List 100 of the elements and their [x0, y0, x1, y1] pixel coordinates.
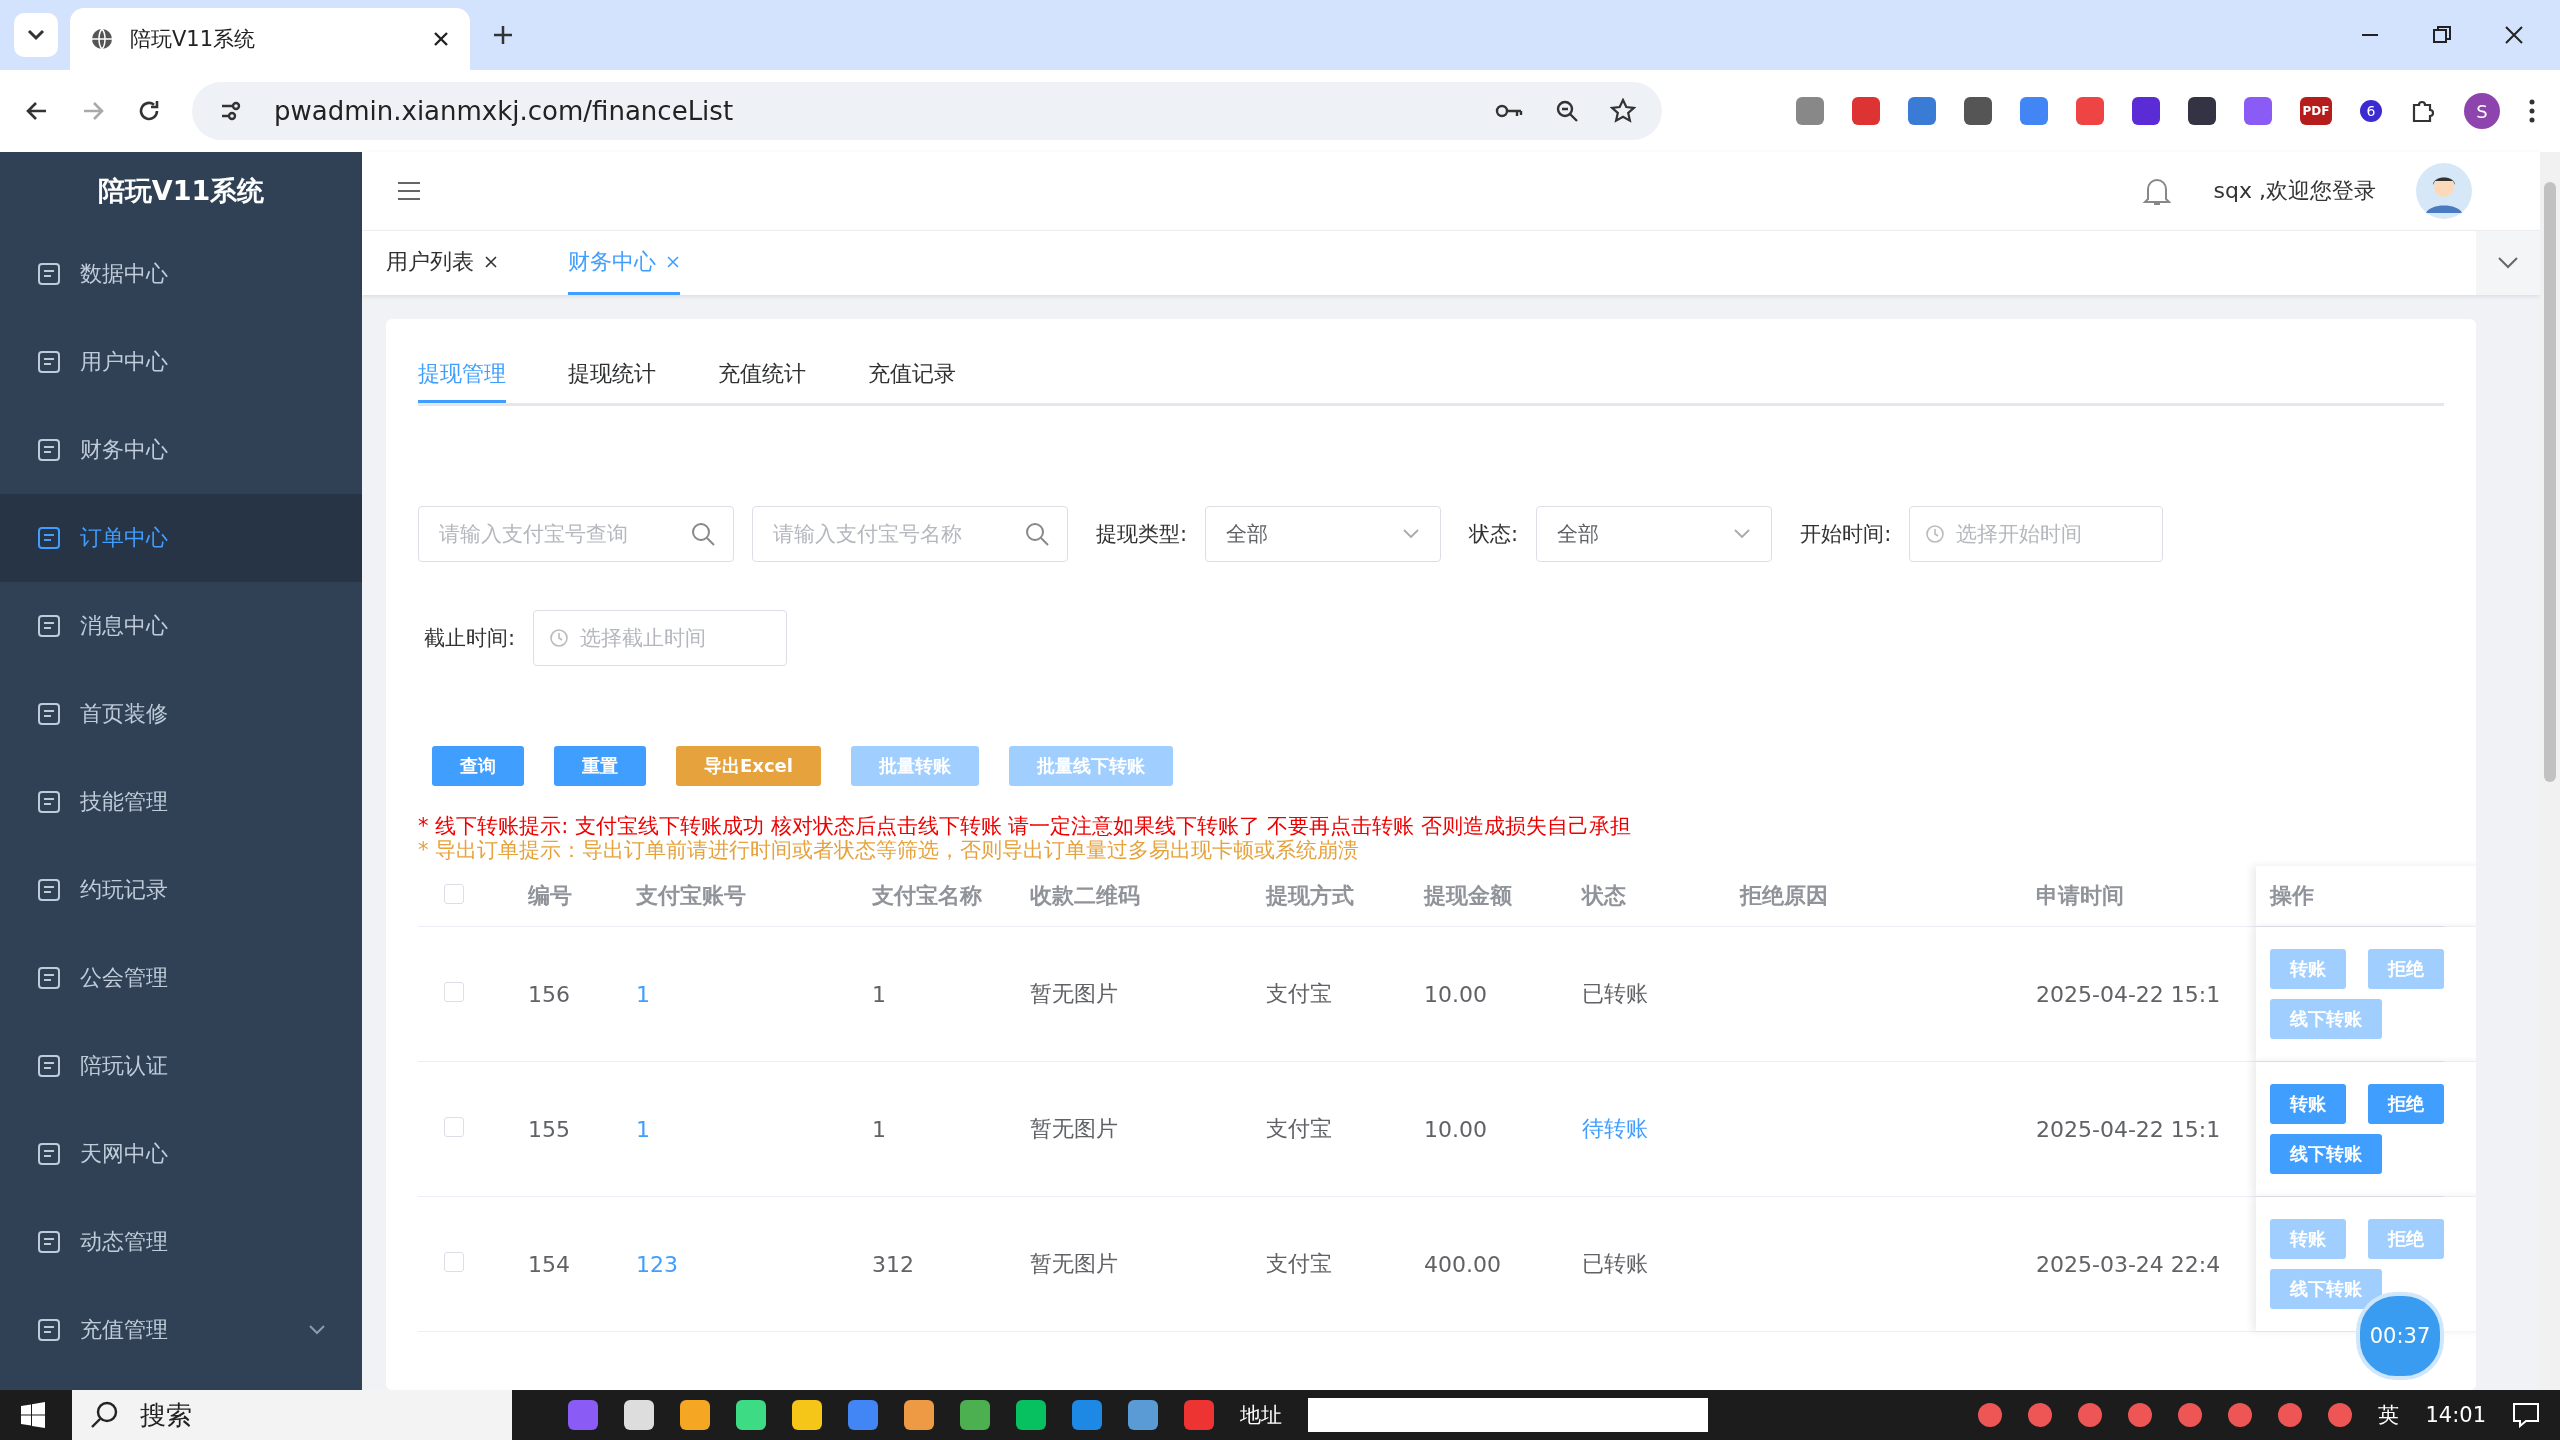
table-cell-text: 10.00 [1424, 981, 1488, 1007]
table-cell-text: 400.00 [1424, 1251, 1502, 1277]
tab-list-button[interactable] [14, 13, 58, 57]
tray-icon[interactable] [2278, 1403, 2303, 1427]
search-field[interactable]: 请输入支付宝号查询 [418, 506, 734, 562]
taskbar-app-icon[interactable] [624, 1400, 654, 1430]
table-cell-text: 1 [872, 981, 887, 1007]
sidebar-item[interactable]: 动态管理 [0, 1198, 362, 1286]
close-icon[interactable] [484, 254, 498, 269]
tray-icon[interactable] [2028, 1403, 2053, 1427]
zoom-icon[interactable] [1554, 98, 1580, 124]
chevron-down-icon [2497, 256, 2519, 270]
sidebar-item[interactable]: 陪玩认证 [0, 1022, 362, 1110]
search-field[interactable]: 请输入支付宝号名称 [752, 506, 1068, 562]
tray-icon[interactable] [1978, 1403, 2003, 1427]
restore-icon[interactable] [2432, 25, 2452, 45]
avatar-icon[interactable] [2416, 163, 2472, 219]
puzzle-icon[interactable] [2410, 98, 2436, 124]
select-all-checkbox[interactable] [444, 883, 464, 904]
close-icon[interactable] [2504, 25, 2524, 45]
menu-item-icon [36, 965, 62, 991]
sidebar-item[interactable]: 订单中心 [0, 494, 362, 582]
star-icon[interactable] [1610, 98, 1636, 124]
menu-item-icon [36, 789, 62, 815]
date-field[interactable]: 选择开始时间 [1909, 506, 2164, 562]
taskbar-address-field[interactable] [1308, 1398, 1708, 1432]
select-field[interactable]: 全部 [1205, 506, 1442, 562]
menu-item-icon [36, 701, 62, 727]
browser-tab[interactable]: 陪玩V11系统 [70, 8, 470, 70]
close-icon[interactable] [432, 30, 450, 48]
sub-tab[interactable]: 提现统计 [568, 347, 656, 403]
filter-label: 开始时间: [1800, 521, 1892, 548]
address-bar[interactable]: pwadmin.xianmxkj.com/financeList [192, 82, 1662, 140]
menu-item-icon [36, 1229, 62, 1255]
page-tab[interactable]: 用户列表 [386, 231, 498, 295]
taskbar-app-icon[interactable] [1128, 1400, 1158, 1430]
menu-icon[interactable] [396, 180, 422, 202]
menu-item-icon [36, 525, 62, 551]
search-icon [90, 1400, 120, 1430]
date-field[interactable]: 选择截止时间 [533, 610, 788, 666]
taskbar-app-icon[interactable] [736, 1400, 766, 1430]
tray-icon[interactable] [2178, 1403, 2203, 1427]
menu-item-icon [36, 1317, 62, 1343]
extension-icon[interactable] [1964, 97, 1992, 125]
menu-item-icon [36, 877, 62, 903]
sidebar-item[interactable]: 技能管理 [0, 758, 362, 846]
taskbar-search-field[interactable]: 搜索 [72, 1390, 512, 1440]
select-field[interactable]: 全部 [1536, 506, 1773, 562]
tray-icon[interactable] [2128, 1403, 2153, 1427]
more-icon[interactable] [2528, 98, 2536, 124]
windows-start-icon[interactable] [20, 1402, 46, 1428]
new-tab-icon[interactable] [492, 24, 514, 46]
sub-tab[interactable]: 充值记录 [868, 347, 956, 403]
notification-icon[interactable] [2512, 1402, 2540, 1428]
column-header: 操作 [2256, 866, 2476, 926]
sidebar-item[interactable]: 财务中心 [0, 406, 362, 494]
sub-tab[interactable]: 充值统计 [718, 347, 806, 403]
browser-tab-title: 陪玩V11系统 [130, 26, 257, 53]
input-method-indicator[interactable]: 英 [2378, 1401, 2400, 1429]
sidebar-item[interactable]: 数据中心 [0, 230, 362, 318]
sidebar-item[interactable]: 消息中心 [0, 582, 362, 670]
sidebar-item[interactable]: 首页装修 [0, 670, 362, 758]
tray-icon[interactable] [2228, 1403, 2253, 1427]
welcome-text: sqx ,欢迎您登录 [2213, 177, 2376, 205]
tray-icon[interactable] [2078, 1403, 2103, 1427]
taskbar-app-icon[interactable] [792, 1400, 822, 1430]
scrollbar[interactable] [2540, 152, 2560, 1390]
menu-item-icon [36, 613, 62, 639]
column-header: 收款二维码 [1030, 882, 1141, 910]
table-cell-text: 312 [872, 1251, 915, 1277]
table-cell-text: 支付宝 [1266, 1115, 1333, 1143]
search-icon [690, 521, 716, 547]
table-cell-text: 支付宝 [1266, 980, 1333, 1008]
extension-icon[interactable] [2188, 97, 2216, 125]
sidebar-item[interactable]: 公会管理 [0, 934, 362, 1022]
url-text: pwadmin.xianmxkj.com/financeList [274, 96, 734, 126]
pdf-extension-icon[interactable]: PDF [2300, 97, 2332, 125]
column-header: 支付宝账号 [636, 882, 747, 910]
taskbar-app-icon[interactable] [904, 1400, 934, 1430]
column-header: 拒绝原因 [1740, 882, 1829, 910]
column-header: 状态 [1582, 882, 1627, 910]
taskbar-app-icon[interactable] [680, 1400, 710, 1430]
filter-label: 状态: [1469, 521, 1519, 548]
table-cell-text: 155 [528, 1116, 571, 1142]
app-title: 陪玩V11系统 [96, 174, 266, 208]
column-header: 提现方式 [1266, 882, 1355, 910]
table-cell-text: 2025-04-22 15:1 [2036, 1116, 2222, 1142]
sidebar-item[interactable]: 约玩记录 [0, 846, 362, 934]
tray-icon[interactable] [2328, 1403, 2353, 1427]
menu-item-icon [36, 261, 62, 287]
taskbar-app-icon[interactable] [960, 1400, 990, 1430]
sidebar-item[interactable]: 天网中心 [0, 1110, 362, 1198]
row-checkbox[interactable] [444, 1116, 464, 1137]
sidebar-item[interactable]: 用户中心 [0, 318, 362, 406]
profile-avatar[interactable]: S [2464, 93, 2500, 129]
menu-item-icon [36, 349, 62, 375]
sidebar-item[interactable]: 充值管理 [0, 1286, 362, 1374]
column-header: 编号 [528, 882, 573, 910]
extension-icon[interactable] [2132, 97, 2160, 125]
taskbar-app-icon[interactable] [1016, 1400, 1046, 1430]
